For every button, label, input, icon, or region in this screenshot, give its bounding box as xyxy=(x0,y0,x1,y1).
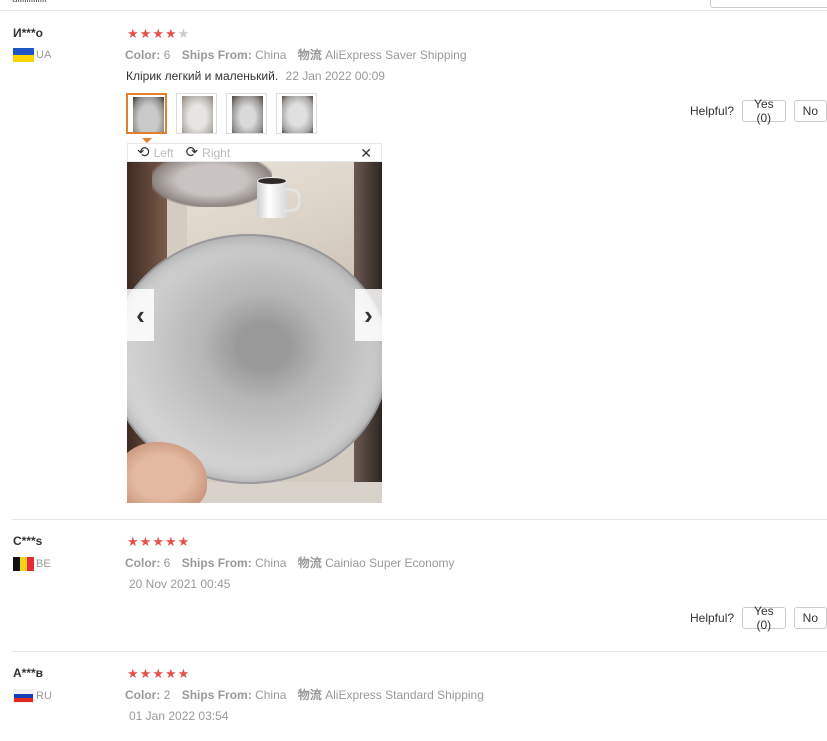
ships-from-label: Ships From: xyxy=(181,48,252,62)
review-thumbnail[interactable] xyxy=(176,93,217,134)
star-empty-icon: ★ xyxy=(177,26,190,41)
ships-from-value: China xyxy=(255,688,287,702)
shipping-method: Cainiao Super Economy xyxy=(325,556,455,570)
flag-be-icon xyxy=(13,557,34,571)
review-divider xyxy=(12,651,827,652)
ships-from-value: China xyxy=(255,48,287,62)
star-rating: ★ ★ ★ ★ ★ xyxy=(127,27,189,40)
review-image-viewer: ‹ › xyxy=(127,162,382,503)
star-rating: ★ ★ ★ ★ ★ xyxy=(127,667,189,680)
reviewer-country: RU xyxy=(13,689,52,703)
close-icon[interactable]: ✕ xyxy=(360,145,372,162)
reviewer-name: C***s xyxy=(13,534,43,548)
helpful-label: Helpful? xyxy=(690,104,735,118)
helpful-label: Helpful? xyxy=(690,611,735,625)
star-icon: ★ xyxy=(152,26,164,41)
star-icon: ★ xyxy=(164,26,177,41)
top-cropped-text: ulllllllllllll xyxy=(12,0,172,2)
review-meta: Color: 6 Ships From: China 物流 Cainiao Su… xyxy=(125,554,455,571)
star-icon: ★ xyxy=(164,666,177,681)
star-rating: ★ ★ ★ ★ ★ xyxy=(127,535,189,548)
flag-ru-icon xyxy=(13,689,34,703)
star-icon: ★ xyxy=(164,534,177,549)
color-label: Color: xyxy=(125,688,161,702)
helpful-no-button[interactable]: No xyxy=(793,607,827,629)
ships-from-label: Ships From: xyxy=(181,556,252,570)
helpful-vote: Helpful? Yes (0) No xyxy=(690,97,827,125)
star-icon: ★ xyxy=(139,534,152,549)
review-comment: Клірик легкий и маленький. xyxy=(126,69,279,83)
star-icon: ★ xyxy=(139,666,152,681)
top-search-input[interactable] xyxy=(710,0,827,8)
rotate-left-button[interactable]: ⟲ Left xyxy=(137,145,174,160)
shipping-method: AliExpress Saver Shipping xyxy=(325,48,467,62)
color-label: Color: xyxy=(125,556,161,570)
chevron-left-icon: ‹ xyxy=(136,299,145,330)
color-value: 6 xyxy=(163,48,171,62)
flag-ua-icon xyxy=(13,48,34,62)
star-icon: ★ xyxy=(177,666,190,681)
helpful-yes-button[interactable]: Yes (0) xyxy=(742,97,786,125)
chevron-right-icon: › xyxy=(364,299,373,330)
review-thumbnail[interactable] xyxy=(126,93,167,134)
rotate-left-label: Left xyxy=(153,145,174,160)
reviewer-country: BE xyxy=(13,557,51,571)
review-date: 01 Jan 2022 03:54 xyxy=(129,709,229,723)
review-thumbnail[interactable] xyxy=(226,93,267,134)
next-image-button[interactable]: › xyxy=(355,289,382,341)
ships-from-label: Ships From: xyxy=(181,688,252,702)
logistics-label: 物流 xyxy=(297,48,322,62)
reviewer-name: A***в xyxy=(13,666,44,680)
star-icon: ★ xyxy=(127,26,139,41)
review-meta: Color: 6 Ships From: China 物流 AliExpress… xyxy=(125,46,467,63)
color-value: 2 xyxy=(163,688,171,702)
star-icon: ★ xyxy=(177,534,190,549)
review-meta: Color: 2 Ships From: China 物流 AliExpress… xyxy=(125,686,484,703)
helpful-vote: Helpful? Yes (0) No xyxy=(690,604,827,632)
star-icon: ★ xyxy=(127,666,139,681)
color-value: 6 xyxy=(163,556,171,570)
star-icon: ★ xyxy=(127,534,139,549)
review-text: Клірик легкий и маленький. 22 Jan 2022 0… xyxy=(126,69,385,83)
country-code: RU xyxy=(36,690,52,702)
review-divider xyxy=(12,519,827,520)
review-thumbnails xyxy=(126,93,317,134)
star-icon: ★ xyxy=(152,666,164,681)
country-code: UA xyxy=(36,49,52,61)
logistics-label: 物流 xyxy=(297,556,322,570)
helpful-no-button[interactable]: No xyxy=(793,100,827,122)
ships-from-value: China xyxy=(255,556,287,570)
star-icon: ★ xyxy=(139,26,152,41)
reviewer-country: UA xyxy=(13,48,51,62)
image-viewer-toolbar: ⟲ Left ⟳ Right ✕ xyxy=(127,143,382,162)
review-thumbnail[interactable] xyxy=(276,93,317,134)
rotate-right-button[interactable]: ⟳ Right xyxy=(186,145,231,160)
reviewer-name: И***о xyxy=(13,26,43,40)
shipping-method: AliExpress Standard Shipping xyxy=(325,688,484,702)
rotate-left-icon: ⟲ xyxy=(137,144,150,161)
review-date: 22 Jan 2022 00:09 xyxy=(285,69,385,83)
top-bar: ulllllllllllll xyxy=(0,0,827,11)
logistics-label: 物流 xyxy=(297,688,322,702)
review-date: 20 Nov 2021 00:45 xyxy=(129,577,231,591)
rotate-right-label: Right xyxy=(202,145,231,160)
star-icon: ★ xyxy=(152,534,164,549)
prev-image-button[interactable]: ‹ xyxy=(127,289,154,341)
country-code: BE xyxy=(36,558,51,570)
color-label: Color: xyxy=(125,48,161,62)
rotate-right-icon: ⟳ xyxy=(185,144,199,161)
helpful-yes-button[interactable]: Yes (0) xyxy=(742,604,786,632)
